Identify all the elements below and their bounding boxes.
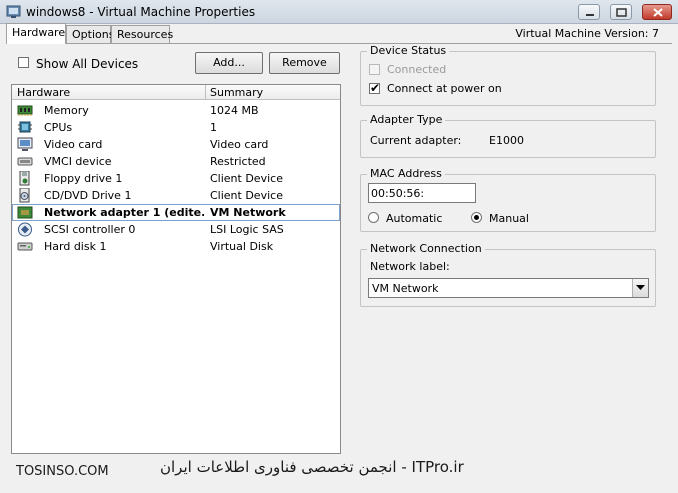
row-hardware-name: Video card — [44, 138, 103, 151]
remove-button[interactable]: Remove — [269, 52, 340, 74]
checkmark-icon: ✔ — [370, 81, 381, 95]
table-row[interactable]: SCSI controller 0 LSI Logic SAS — [12, 221, 340, 238]
close-icon — [653, 8, 663, 17]
mac-address-input[interactable] — [368, 183, 476, 203]
manual-radio[interactable] — [471, 212, 482, 223]
table-row[interactable]: CD/DVD Drive 1 Client Device — [12, 187, 340, 204]
cpu-icon — [18, 121, 32, 133]
tab-resources[interactable]: Resources — [111, 25, 174, 43]
vmci-icon — [17, 157, 33, 166]
table-row[interactable]: VMCI device Restricted — [12, 153, 340, 170]
row-hardware-name: Network adapter 1 (edite... — [44, 206, 204, 219]
maximize-button[interactable] — [610, 4, 632, 20]
tab-resources-label: Resources — [117, 28, 174, 41]
row-hardware-name: Memory — [44, 104, 89, 117]
network-label-selected: VM Network — [372, 282, 439, 295]
table-row[interactable]: Memory 1024 MB — [12, 102, 340, 119]
row-summary: Restricted — [210, 155, 266, 168]
network-adapter-icon — [17, 206, 33, 219]
show-all-devices-label: Show All Devices — [36, 57, 139, 71]
show-all-devices-checkbox[interactable] — [18, 57, 29, 68]
vm-app-icon — [6, 5, 21, 18]
connect-at-power-on-label: Connect at power on — [387, 82, 502, 95]
connect-at-power-on-checkbox[interactable]: ✔ — [369, 81, 381, 95]
dropdown-arrow-button[interactable] — [632, 279, 648, 297]
row-summary: 1024 MB — [210, 104, 259, 117]
row-summary: 1 — [210, 121, 217, 134]
network-label-dropdown[interactable]: VM Network — [368, 278, 649, 298]
table-row[interactable]: CPUs 1 — [12, 119, 340, 136]
row-hardware-name: CD/DVD Drive 1 — [44, 189, 132, 202]
row-summary: Virtual Disk — [210, 240, 274, 253]
adapter-type-legend: Adapter Type — [367, 113, 446, 126]
network-connection-group: Network Connection Network label: VM Net… — [360, 242, 656, 307]
remove-button-label: Remove — [282, 56, 327, 69]
add-button-label: Add... — [213, 56, 245, 69]
tab-hardware[interactable]: Hardware — [6, 23, 66, 44]
row-summary: LSI Logic SAS — [210, 223, 284, 236]
title-bar: windows8 - Virtual Machine Properties — [0, 0, 678, 24]
tab-divider — [6, 43, 672, 44]
close-button[interactable] — [642, 4, 672, 20]
device-status-group: Device Status Connected ✔ Connect at pow… — [360, 44, 656, 106]
tab-options[interactable]: Options — [66, 25, 115, 43]
maximize-icon — [616, 8, 627, 17]
chevron-down-icon — [636, 285, 645, 290]
vm-version-label: Virtual Machine Version: 7 — [515, 27, 659, 40]
tab-hardware-label: Hardware — [12, 26, 66, 39]
watermark-right: ITPro.ir - انجمن تخصصی فناوری اطلاعات ای… — [160, 458, 464, 476]
mac-address-legend: MAC Address — [367, 167, 445, 180]
column-header-hardware[interactable]: Hardware — [17, 86, 70, 99]
row-hardware-name: Hard disk 1 — [44, 240, 107, 253]
manual-label: Manual — [489, 212, 529, 225]
table-row[interactable]: Video card Video card — [12, 136, 340, 153]
row-summary: VM Network — [210, 206, 286, 219]
mac-address-group: MAC Address Automatic Manual — [360, 167, 656, 232]
connected-label: Connected — [387, 63, 447, 76]
hardware-table[interactable]: Hardware Summary Memory 1024 MB CPUs 1 V… — [11, 84, 341, 454]
scsi-icon — [18, 222, 32, 237]
automatic-label: Automatic — [386, 212, 443, 225]
table-row[interactable]: Floppy drive 1 Client Device — [12, 170, 340, 187]
cd-drive-icon — [19, 188, 30, 203]
minimize-button[interactable] — [578, 4, 600, 20]
column-header-summary[interactable]: Summary — [210, 86, 263, 99]
memory-icon — [17, 105, 33, 116]
current-adapter-label: Current adapter: — [370, 134, 462, 147]
watermark-left: TOSINSO.COM — [16, 464, 109, 479]
automatic-radio[interactable] — [368, 212, 379, 223]
row-summary: Video card — [210, 138, 269, 151]
network-label-caption: Network label: — [370, 260, 450, 273]
monitor-icon — [17, 137, 33, 151]
table-row[interactable]: Network adapter 1 (edite... VM Network — [12, 204, 340, 221]
row-hardware-name: CPUs — [44, 121, 73, 134]
floppy-icon — [19, 171, 30, 186]
radio-selected-dot — [474, 215, 479, 220]
table-header: Hardware Summary — [12, 85, 340, 100]
window-title: windows8 - Virtual Machine Properties — [26, 5, 256, 19]
current-adapter-value: E1000 — [489, 134, 524, 147]
adapter-type-group: Adapter Type Current adapter: E1000 — [360, 113, 656, 158]
row-summary: Client Device — [210, 172, 283, 185]
hard-disk-icon — [17, 242, 33, 251]
tab-options-label: Options — [72, 28, 115, 41]
column-separator — [205, 85, 206, 99]
network-connection-legend: Network Connection — [367, 242, 485, 255]
device-status-legend: Device Status — [367, 44, 450, 57]
connected-checkbox[interactable] — [369, 64, 380, 75]
row-summary: Client Device — [210, 189, 283, 202]
minimize-icon — [586, 14, 594, 16]
add-button[interactable]: Add... — [195, 52, 263, 74]
row-hardware-name: VMCI device — [44, 155, 112, 168]
table-row[interactable]: Hard disk 1 Virtual Disk — [12, 238, 340, 255]
row-hardware-name: Floppy drive 1 — [44, 172, 123, 185]
row-hardware-name: SCSI controller 0 — [44, 223, 136, 236]
